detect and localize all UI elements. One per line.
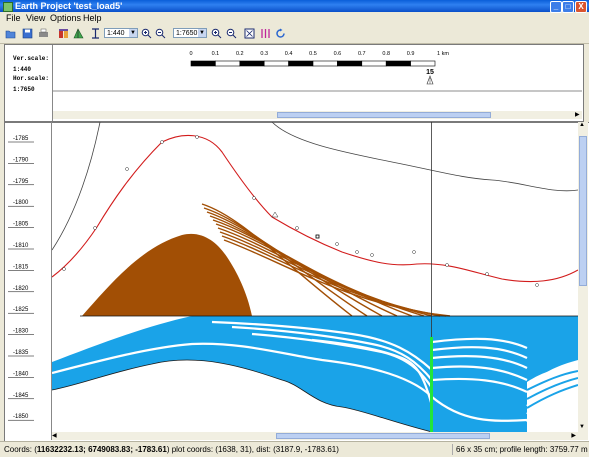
- well-marker-icon: [426, 75, 434, 85]
- ruler-segment: [288, 60, 314, 67]
- ruler-segment: [190, 60, 216, 67]
- ruler-segment: [312, 60, 338, 67]
- depth-tick-label: -1820: [13, 286, 29, 292]
- scroll-right-icon[interactable]: ▶: [575, 111, 582, 119]
- menu-help[interactable]: Help: [83, 12, 102, 25]
- horizontal-scale-value: 1:7650: [13, 86, 35, 93]
- chevron-down-icon: ▼: [129, 29, 137, 37]
- scroll-left-icon[interactable]: ◀: [52, 432, 57, 440]
- status-coords-value: 11632232.13; 6749083.83; -1783.61: [36, 445, 167, 454]
- wells-icon[interactable]: [73, 28, 84, 39]
- vertical-zoom-select[interactable]: 1:440 ▼: [104, 28, 138, 38]
- vertical-scroll-thumb[interactable]: [579, 136, 587, 286]
- depth-tick-label: -1840: [13, 371, 29, 377]
- zoom-out-horizontal-icon[interactable]: [226, 28, 237, 39]
- depth-tick-label: -1795: [13, 179, 29, 185]
- window-title: Earth Project 'test_load5': [15, 1, 123, 11]
- scale-ruler: 0 0.1 0.2 0.3 0.4 0.5 0.6 0.7 0.8 0.9 1 km 15: [53, 51, 582, 92]
- ruler-segment: [263, 60, 289, 67]
- top-scroll-thumb[interactable]: [277, 112, 491, 118]
- status-coords: Coords: (11632232.13; 6749083.83; -1783.…: [4, 442, 339, 457]
- ruler-tick-label: 0.1: [212, 51, 220, 57]
- menu-view[interactable]: View: [26, 12, 45, 25]
- scroll-right-icon[interactable]: ▶: [571, 432, 576, 440]
- selected-point-marker[interactable]: [315, 234, 320, 239]
- well-triangle-icon: [271, 211, 279, 218]
- top-horizontal-scrollbar[interactable]: ▶: [53, 111, 582, 119]
- print-icon[interactable]: [38, 28, 49, 39]
- depth-tick-label: -1810: [13, 243, 29, 249]
- ruler-segment: [361, 60, 387, 67]
- save-icon[interactable]: [22, 28, 33, 39]
- vertical-zoom-value: 1:440: [107, 30, 125, 37]
- ruler-segment: [215, 60, 241, 67]
- horizontal-scale-label: Hor.scale:: [13, 75, 50, 82]
- status-bar: Coords: (11632232.13; 6749083.83; -1783.…: [0, 441, 589, 457]
- horizontal-zoom-value: 1:7650: [176, 30, 198, 37]
- scroll-down-icon[interactable]: ▼: [579, 424, 585, 430]
- ruler-tick-label: 0.7: [358, 51, 366, 57]
- vertical-scale-value: 1:440: [13, 66, 32, 73]
- status-coords-prefix: Coords: (: [4, 445, 37, 454]
- depth-tick-label: -1830: [13, 329, 29, 335]
- zoom-out-icon[interactable]: [155, 28, 166, 39]
- status-profile-info: 66 x 35 cm; profile length: 3759.77 m: [456, 445, 588, 454]
- well-interval-marker: [430, 337, 433, 432]
- zoom-in-horizontal-icon[interactable]: [211, 28, 222, 39]
- blue-layer: [52, 316, 578, 432]
- refresh-icon[interactable]: [275, 28, 286, 39]
- ruler-tick-label: 0.5: [309, 51, 317, 57]
- fit-to-window-icon[interactable]: [244, 28, 255, 39]
- layers-icon[interactable]: [58, 28, 69, 39]
- chevron-down-icon: ▼: [198, 29, 206, 37]
- depth-tick-label: -1805: [13, 222, 29, 228]
- horizontal-zoom-select[interactable]: 1:7650 ▼: [173, 28, 207, 38]
- menu-options[interactable]: Options: [50, 12, 81, 25]
- depth-tick-label: -1845: [13, 393, 29, 399]
- zoom-in-icon[interactable]: [141, 28, 152, 39]
- horizon-line-top: [271, 122, 578, 192]
- red-profile-line: [52, 134, 578, 283]
- vertical-scrollbar[interactable]: ▲ ▼: [578, 122, 588, 440]
- app-icon: [3, 2, 13, 12]
- ruler-tick-label: 0: [189, 51, 192, 57]
- ruler-tick-label: 0.6: [334, 51, 342, 57]
- menu-file[interactable]: File: [6, 12, 21, 25]
- depth-tick-label: -1825: [13, 307, 29, 313]
- brown-layer: [82, 233, 252, 316]
- cross-section-plot[interactable]: [52, 122, 578, 432]
- ruler-tick-label: 0.2: [236, 51, 244, 57]
- depth-tick-label: -1850: [13, 414, 29, 420]
- depth-tick-label: -1785: [13, 136, 29, 142]
- ruler-tick-label: 0.3: [260, 51, 268, 57]
- ruler-segment: [239, 60, 265, 67]
- menu-bar: File View Options Help: [0, 12, 589, 25]
- depth-tick-label: -1790: [13, 157, 29, 163]
- depth-tick-label: -1815: [13, 264, 29, 270]
- horizontal-scrollbar[interactable]: ◀ ▶: [52, 432, 578, 440]
- depth-axis: -1785 -1790 -1795 -1800 -1805 -1810 -1815 -1820…: [8, 122, 52, 440]
- ruler-tick-label: 0.9: [407, 51, 415, 57]
- status-coords-suffix: ) plot coords: (1638, 31), dist: (3187.9…: [166, 445, 339, 454]
- scroll-up-icon[interactable]: ▲: [579, 122, 585, 128]
- markers-icon[interactable]: [260, 28, 271, 39]
- ruler-tick-label: 0.8: [382, 51, 390, 57]
- horizon-line-left: [52, 122, 101, 251]
- vertical-measure-icon[interactable]: [90, 28, 101, 39]
- toolbar: 1:440 ▼ 1:7650 ▼: [0, 25, 589, 44]
- horizontal-scroll-thumb[interactable]: [276, 433, 490, 439]
- ruler-tick-label: 1 km: [437, 51, 449, 57]
- well-marker-label: 15: [426, 69, 434, 76]
- vertical-scale-label: Ver.scale:: [13, 55, 50, 62]
- depth-tick-label: -1800: [13, 200, 29, 206]
- ruler-tick-label: 0.4: [285, 51, 293, 57]
- ruler-segment: [385, 60, 411, 67]
- depth-tick-label: -1835: [13, 350, 29, 356]
- ruler-segment: [410, 60, 436, 67]
- open-icon[interactable]: [5, 28, 16, 39]
- title-bar: Earth Project 'test_load5' _ □ X: [0, 0, 589, 13]
- ruler-segment: [337, 60, 363, 67]
